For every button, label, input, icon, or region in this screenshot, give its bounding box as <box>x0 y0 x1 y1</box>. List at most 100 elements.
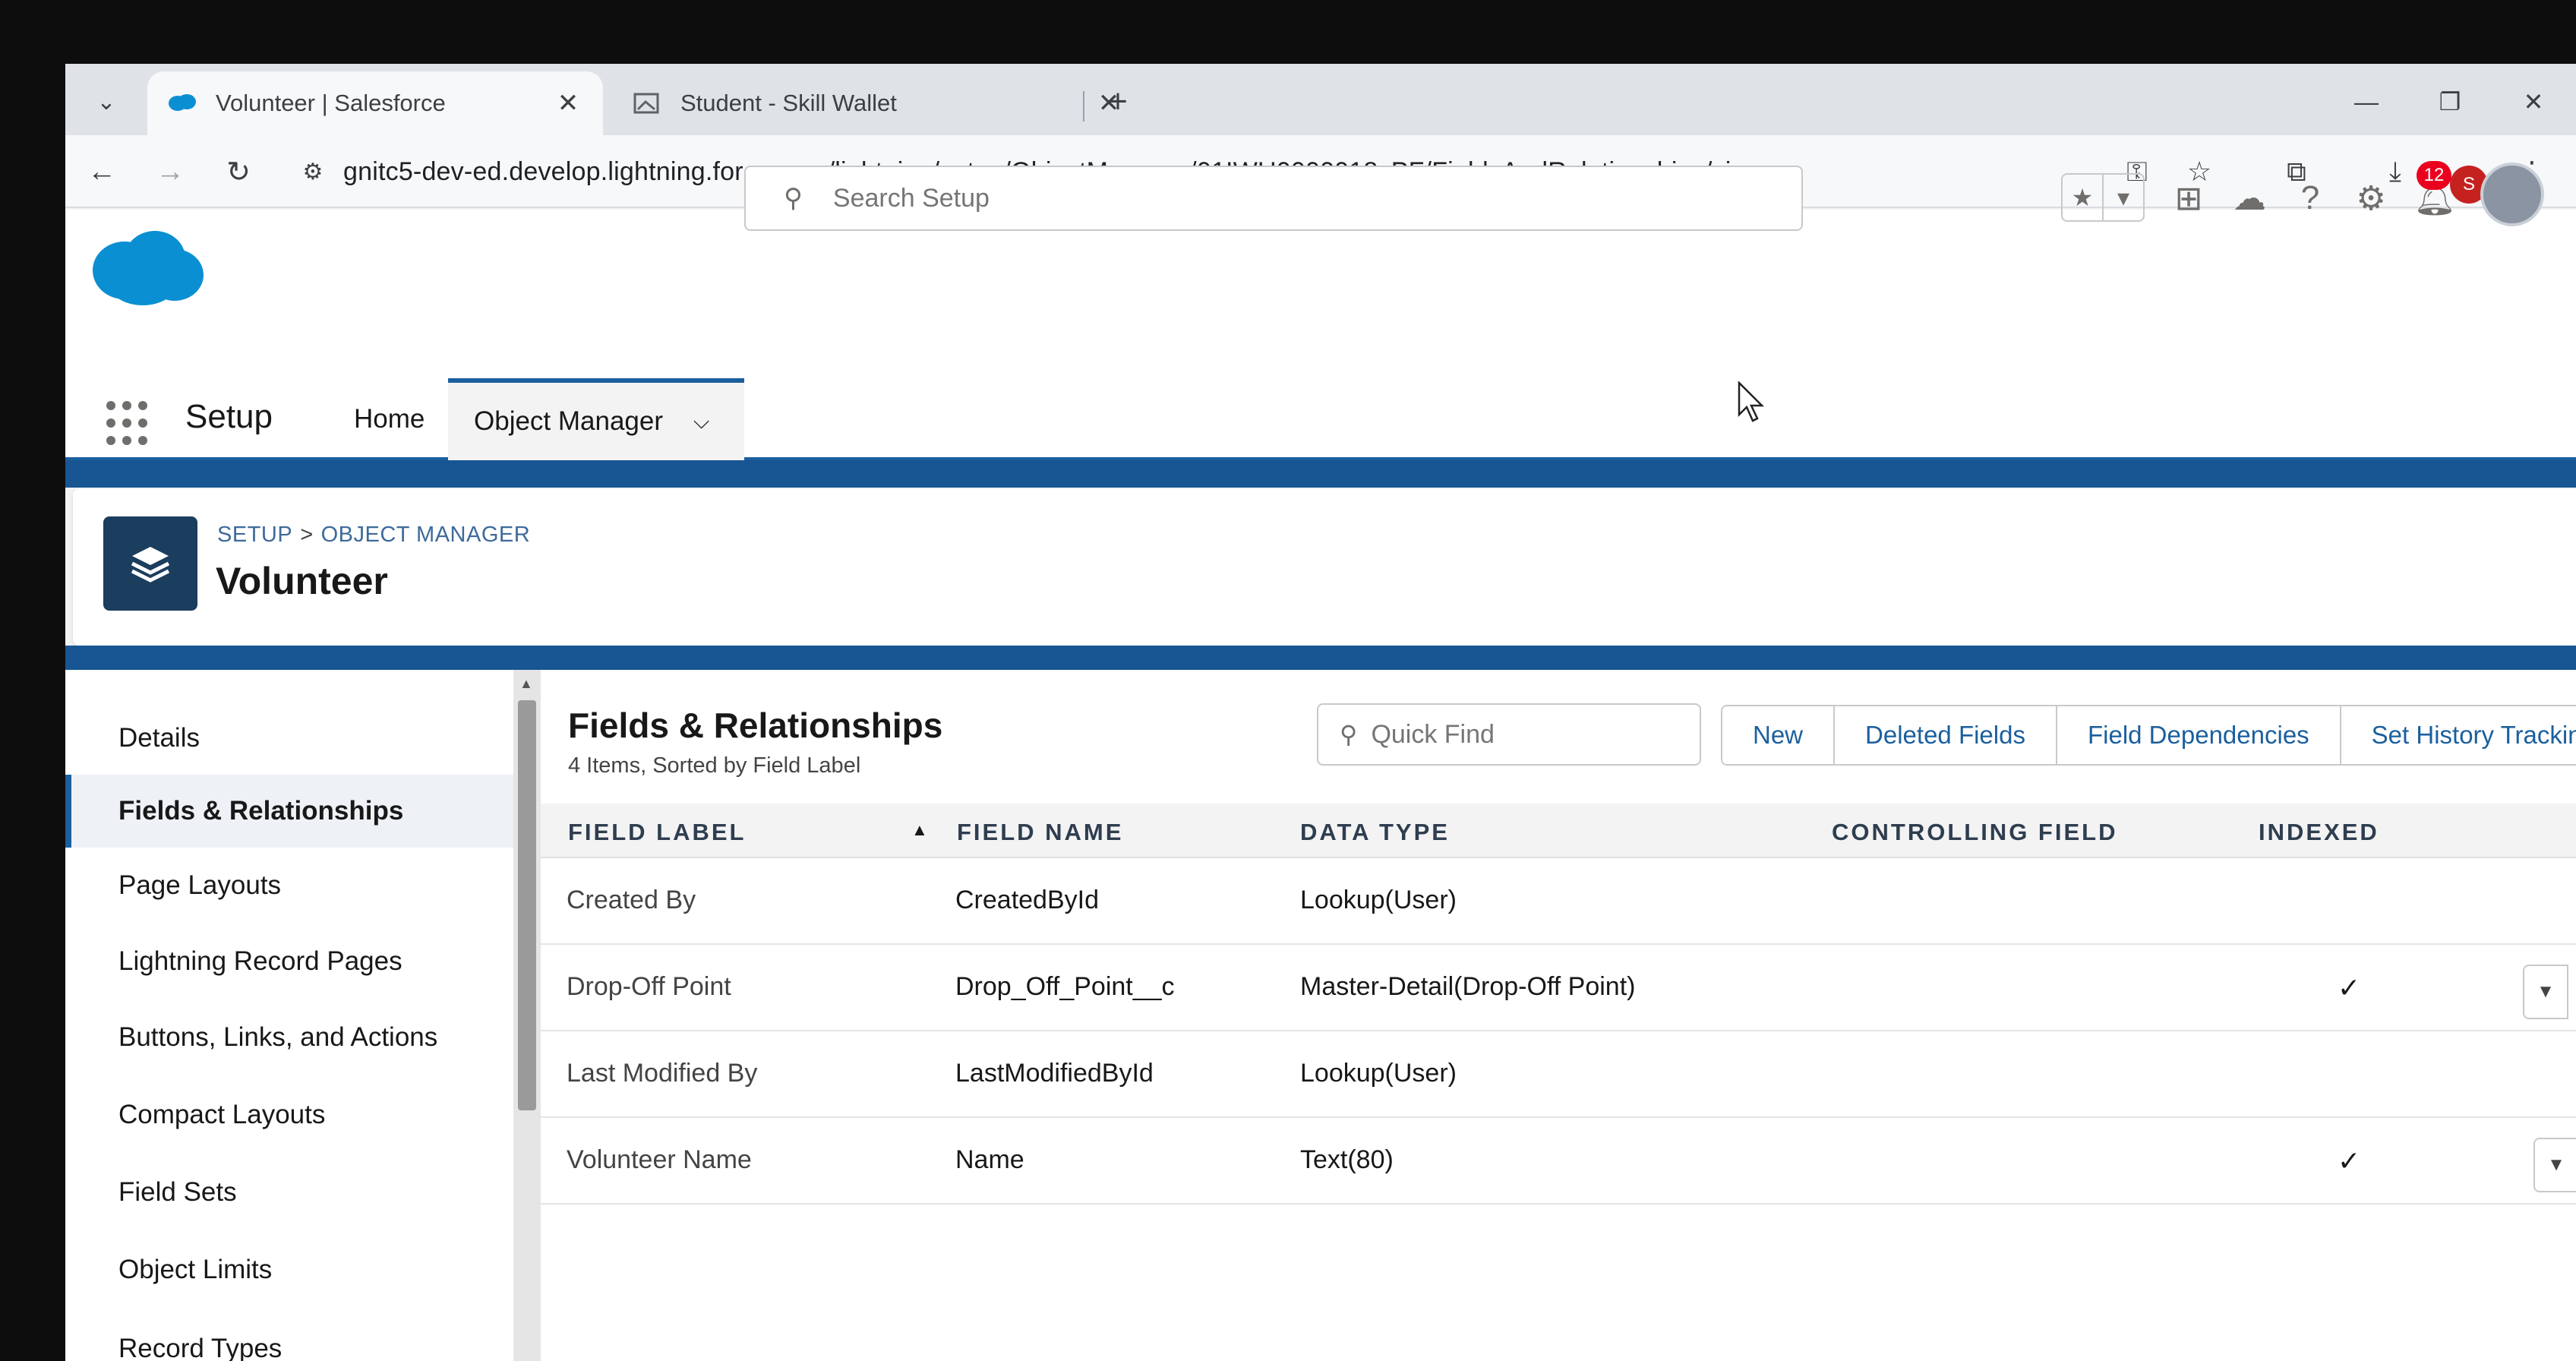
indexed-check-icon: ✓ <box>2338 972 2361 1003</box>
tab-divider <box>1083 91 1084 122</box>
new-tab-button[interactable]: + <box>1097 81 1139 123</box>
restore-icon[interactable]: ❐ <box>2427 81 2473 123</box>
setup-search-input[interactable] <box>832 183 1744 213</box>
reload-icon[interactable]: ↻ <box>217 150 260 193</box>
panel-title: Fields & Relationships <box>568 706 943 745</box>
notification-count-badge: 12 <box>2417 161 2451 190</box>
browser-tab[interactable]: Student - Skill Wallet ✕ <box>612 71 1144 135</box>
mouse-cursor-icon <box>1738 381 1765 422</box>
salesforce-logo-icon[interactable] <box>85 225 207 307</box>
field-name-cell: Name <box>955 1145 1024 1174</box>
browser-tab-active[interactable]: Volunteer | Salesforce ✕ <box>147 71 603 135</box>
action-button-group: New Deleted Fields Field Dependencies Se… <box>1721 705 2576 766</box>
search-icon: ⚲ <box>784 184 803 213</box>
trailhead-icon[interactable]: ☁ <box>2227 175 2272 222</box>
data-type-cell: Lookup(User) <box>1300 886 1457 914</box>
field-label-link[interactable]: Created By <box>567 886 696 915</box>
new-button[interactable]: New <box>1722 706 1834 764</box>
main-content: Details Fields & Relationships Page Layo… <box>65 670 2576 1361</box>
quick-find-box[interactable]: ⚲ <box>1317 703 1701 766</box>
page-header: SETUP > OBJECT MANAGER Volunteer <box>73 489 2576 646</box>
field-label-link[interactable]: Last Modified By <box>567 1059 757 1088</box>
fields-panel: Fields & Relationships 4 Items, Sorted b… <box>541 670 2576 1361</box>
sidebar-item-field-sets[interactable]: Field Sets <box>65 1156 513 1229</box>
deleted-fields-button[interactable]: Deleted Fields <box>1833 706 2056 764</box>
sort-ascending-icon[interactable]: ▲ <box>911 820 928 840</box>
favorites-dropdown-icon[interactable]: ▾ <box>2102 175 2143 220</box>
set-history-tracking-button[interactable]: Set History Tracking <box>2339 706 2576 764</box>
data-type-cell: Master-Detail(Drop-Off Point) <box>1300 972 1636 1001</box>
nav-item-label: Object Manager <box>474 406 664 436</box>
site-info-icon[interactable]: ⚙ <box>293 152 333 191</box>
sidebar-item-compact-layouts[interactable]: Compact Layouts <box>65 1078 513 1151</box>
tab-title: Volunteer | Salesforce <box>216 90 446 116</box>
column-header-controlling-field[interactable]: CONTROLLING FIELD <box>1832 819 2117 846</box>
header-band-lower <box>65 646 2576 670</box>
column-header-data-type[interactable]: DATA TYPE <box>1300 819 1450 846</box>
header-band <box>65 460 2576 488</box>
column-header-field-label[interactable]: FIELD LABEL <box>568 819 747 846</box>
indexed-check-icon: ✓ <box>2338 1145 2361 1176</box>
sidebar-item-details[interactable]: Details <box>65 702 513 775</box>
nav-item-object-manager[interactable]: Object Manager ⌵ <box>448 378 744 460</box>
page-title: Volunteer <box>216 560 388 602</box>
object-stack-icon <box>103 516 197 611</box>
chevron-down-icon[interactable]: ⌵ <box>693 409 709 434</box>
field-name-cell: Drop_Off_Point__c <box>955 972 1175 1001</box>
field-name-cell: CreatedById <box>955 886 1099 914</box>
field-label-link[interactable]: Volunteer Name <box>567 1145 752 1175</box>
app-name: Setup <box>185 398 273 435</box>
minimize-icon[interactable]: — <box>2344 81 2389 123</box>
data-type-cell: Lookup(User) <box>1300 1059 1457 1088</box>
table-row: Drop-Off Point Drop_Off_Point__c Master-… <box>541 945 2576 1031</box>
column-header-indexed[interactable]: INDEXED <box>2259 819 2379 846</box>
sidebar-item-page-layouts[interactable]: Page Layouts <box>65 849 513 922</box>
app-launcher-icon[interactable] <box>106 401 152 447</box>
nav-item-home[interactable]: Home <box>354 404 425 434</box>
close-window-icon[interactable]: ✕ <box>2511 81 2556 123</box>
scroll-up-icon[interactable]: ▲ <box>519 676 533 692</box>
setup-gear-icon[interactable]: ⚙ <box>2348 175 2394 222</box>
sidebar-item-lightning-record-pages[interactable]: Lightning Record Pages <box>65 925 513 998</box>
sidebar-scrollbar[interactable]: ▲ <box>513 670 541 1361</box>
context-bar: Setup Home Object Manager ⌵ <box>65 378 2576 460</box>
back-icon[interactable]: ← <box>80 150 123 193</box>
field-name-cell: LastModifiedById <box>955 1059 1154 1088</box>
sidebar-item-object-limits[interactable]: Object Limits <box>65 1233 513 1306</box>
fields-table: FIELD LABEL ▲ FIELD NAME DATA TYPE CONTR… <box>541 804 2576 1205</box>
data-type-cell: Text(80) <box>1300 1145 1394 1174</box>
breadcrumb-setup[interactable]: SETUP <box>217 523 292 547</box>
table-header: FIELD LABEL ▲ FIELD NAME DATA TYPE CONTR… <box>541 804 2576 858</box>
global-actions-icon[interactable]: ⊞ <box>2166 175 2211 222</box>
forward-icon[interactable]: → <box>149 150 191 193</box>
tab-search-chevron-icon[interactable]: ⌄ <box>87 82 126 122</box>
breadcrumb-object-manager[interactable]: OBJECT MANAGER <box>321 523 531 547</box>
user-avatar[interactable] <box>2480 163 2544 226</box>
field-label-link[interactable]: Drop-Off Point <box>567 972 731 1002</box>
search-icon: ⚲ <box>1340 721 1358 748</box>
help-icon[interactable]: ? <box>2287 175 2333 222</box>
table-row: Volunteer Name Name Text(80) ✓ ▼ <box>541 1118 2576 1205</box>
favorites-group[interactable]: ★ ▾ <box>2061 173 2145 222</box>
panel-subtitle: 4 Items, Sorted by Field Label <box>568 753 861 778</box>
page-favicon-icon <box>633 93 659 114</box>
breadcrumb-separator: > <box>300 523 314 547</box>
sidebar-item-fields-relationships[interactable]: Fields & Relationships <box>65 775 513 848</box>
sidebar-item-buttons-links-actions[interactable]: Buttons, Links, and Actions <box>65 1001 513 1074</box>
browser-tabstrip: ⌄ Volunteer | Salesforce ✕ Student - Ski… <box>65 64 2576 135</box>
row-actions-dropdown-icon[interactable]: ▼ <box>2523 965 2568 1019</box>
scrollbar-thumb[interactable] <box>518 700 536 1110</box>
salesforce-global-header <box>65 210 2576 384</box>
column-header-field-name[interactable]: FIELD NAME <box>957 819 1123 846</box>
tab-title: Student - Skill Wallet <box>680 90 897 116</box>
sidebar-item-record-types[interactable]: Record Types <box>65 1312 513 1361</box>
field-dependencies-button[interactable]: Field Dependencies <box>2055 706 2340 764</box>
global-search-box[interactable]: ⚲ <box>744 166 1803 231</box>
object-sidebar: Details Fields & Relationships Page Layo… <box>65 670 513 1361</box>
quick-find-input[interactable] <box>1371 719 1690 750</box>
screen: ⌄ Volunteer | Salesforce ✕ Student - Ski… <box>65 64 2576 1361</box>
salesforce-favicon-icon <box>169 94 196 111</box>
row-actions-dropdown-icon[interactable]: ▼ <box>2533 1138 2576 1192</box>
favorite-star-icon[interactable]: ★ <box>2063 175 2102 220</box>
tab-close-icon[interactable]: ✕ <box>553 88 583 118</box>
